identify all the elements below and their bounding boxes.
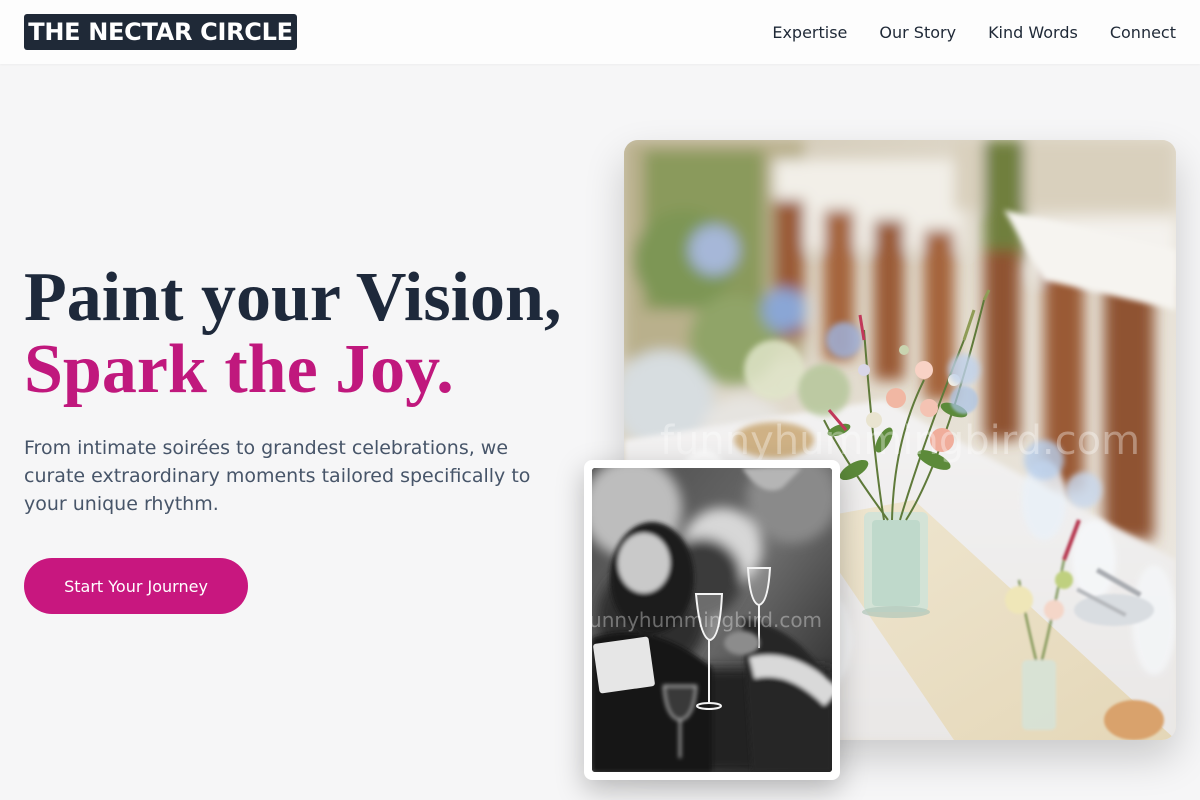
nav-link-kind-words[interactable]: Kind Words: [988, 23, 1078, 42]
hero-headline-line1: Paint your Vision,: [24, 259, 562, 336]
nav-link-expertise[interactable]: Expertise: [772, 23, 847, 42]
toast-photo-card: funnyhummingbird.com: [584, 460, 840, 780]
nav-link-our-story[interactable]: Our Story: [879, 23, 956, 42]
hero-headline: Paint your Vision, Spark the Joy.: [24, 262, 561, 406]
main-nav: Expertise Our Story Kind Words Connect: [772, 0, 1176, 64]
toast-photo: funnyhummingbird.com: [592, 468, 832, 772]
brand-logo[interactable]: THE NECTAR CIRCLE: [24, 14, 297, 50]
start-journey-button[interactable]: Start Your Journey: [24, 558, 248, 614]
toast-photo-watermark: funnyhummingbird.com: [592, 608, 823, 632]
hero-subcopy: From intimate soirées to grandest celebr…: [24, 437, 531, 515]
site-header: THE NECTAR CIRCLE Expertise Our Story Ki…: [0, 0, 1200, 64]
hero-headline-line2: Spark the Joy.: [24, 331, 454, 408]
main-photo-watermark: funnyhummingbird.com: [659, 418, 1141, 464]
nav-link-connect[interactable]: Connect: [1110, 23, 1176, 42]
